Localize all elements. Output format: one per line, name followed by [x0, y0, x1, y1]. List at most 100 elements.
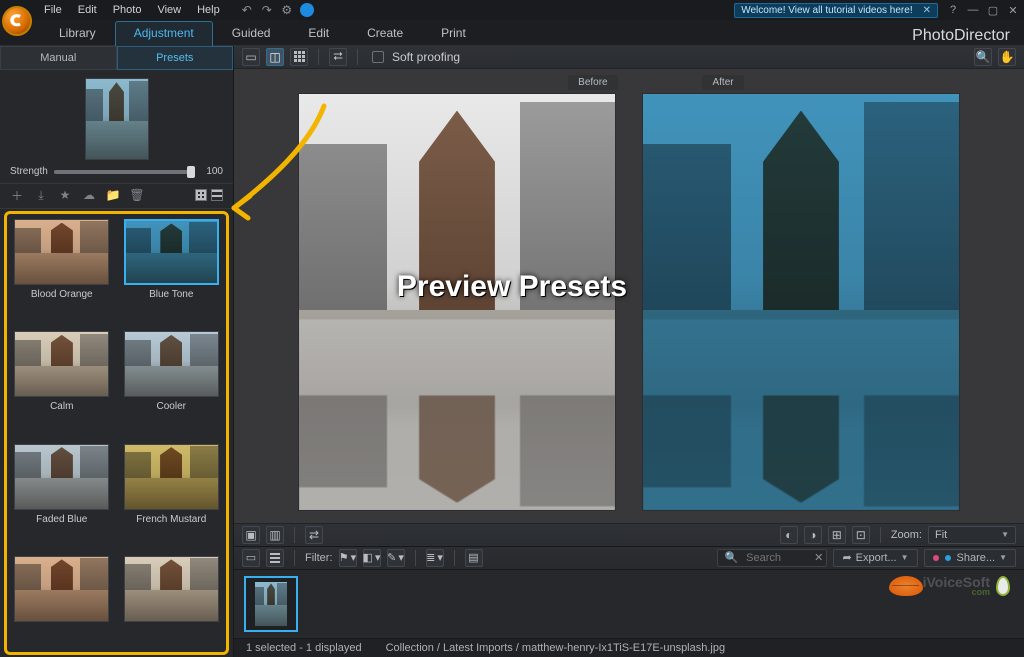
preset-label: French Mustard — [136, 514, 206, 525]
before-label: Before — [568, 75, 617, 90]
filter-label-icon[interactable]: ◧▾ — [363, 549, 381, 567]
delete-icon[interactable]: 🗑 — [130, 188, 144, 202]
export-label: Export... — [856, 552, 897, 564]
export-button[interactable]: ➦ Export... ▼ — [833, 549, 917, 567]
welcome-banner[interactable]: Welcome! View all tutorial videos here! … — [734, 3, 938, 18]
single-view-icon[interactable]: ▭ — [242, 48, 260, 66]
viewer-toolbar: ▭ ◫ ⮂ Soft proofing 🔍 ✋ — [234, 46, 1024, 69]
preset-blood-orange[interactable]: Blood Orange — [12, 219, 112, 321]
zoom-label: Zoom: — [891, 529, 922, 541]
preset-label: Blood Orange — [31, 289, 93, 300]
thumbnail-item[interactable] — [244, 576, 298, 632]
folder-icon[interactable]: 📁 — [106, 188, 120, 202]
close-banner-icon[interactable]: ✕ — [923, 5, 931, 16]
share-button[interactable]: Share... ▼ — [924, 549, 1016, 567]
add-preset-icon[interactable]: ＋ — [10, 188, 24, 202]
cloud-sync-icon[interactable]: ☁ — [82, 188, 96, 202]
minimize-icon[interactable]: — — [966, 4, 980, 17]
menu-photo[interactable]: Photo — [105, 2, 150, 18]
viewer-bottom-bar: ▣ ▥ ⇄ ◐ ◑ ⊞ ⊡ Zoom: Fit▼ — [234, 523, 1024, 546]
app-logo — [2, 6, 32, 36]
info-overlay-icon[interactable]: ⊡ — [852, 526, 870, 544]
histogram-icon[interactable]: ◐ — [780, 526, 798, 544]
redo-icon[interactable]: ↷ — [260, 3, 274, 17]
strength-value: 100 — [201, 166, 223, 177]
fit-screen-icon[interactable]: ▣ — [242, 526, 260, 544]
preset-item-7[interactable] — [122, 556, 222, 647]
mirror-view-icon[interactable]: ⮂ — [329, 48, 347, 66]
favorite-icon[interactable]: ★ — [58, 188, 72, 202]
actual-size-icon[interactable]: ▥ — [266, 526, 284, 544]
zoom-dropdown[interactable]: Fit▼ — [928, 526, 1016, 544]
module-edit[interactable]: Edit — [289, 21, 348, 46]
module-guided[interactable]: Guided — [213, 21, 290, 46]
after-label: After — [702, 75, 743, 90]
filter-edited-icon[interactable]: ✎▾ — [387, 549, 405, 567]
module-create[interactable]: Create — [348, 21, 422, 46]
tab-presets[interactable]: Presets — [117, 46, 234, 70]
menu-edit[interactable]: Edit — [70, 2, 105, 18]
strength-slider[interactable] — [54, 170, 195, 174]
soft-proofing-toggle[interactable]: Soft proofing — [372, 50, 460, 64]
brand-label: PhotoDirector — [912, 27, 1024, 45]
share-dot-blue-icon — [945, 555, 951, 561]
thumb-large-icon[interactable]: ▭ — [242, 549, 260, 567]
settings-icon[interactable]: ⚙ — [280, 3, 294, 17]
clipping-icon[interactable]: ◑ — [804, 526, 822, 544]
download-preset-icon[interactable]: ⤓ — [34, 188, 48, 202]
pan-tool-icon[interactable]: ✋ — [998, 48, 1016, 66]
soft-proofing-label: Soft proofing — [392, 50, 460, 64]
sort-icon[interactable]: ≣▾ — [426, 549, 444, 567]
filter-flag-icon[interactable]: ⚑▾ — [339, 549, 357, 567]
thumb-small-icon[interactable] — [266, 549, 284, 567]
soft-proofing-checkbox[interactable] — [372, 51, 384, 63]
zoom-value: Fit — [935, 529, 947, 541]
grid-compare-icon[interactable] — [290, 48, 308, 66]
filter-label: Filter: — [305, 552, 333, 564]
clear-search-icon[interactable]: ✕ — [814, 551, 823, 564]
maximize-icon[interactable]: ▢ — [986, 4, 1000, 17]
undo-icon[interactable]: ↶ — [240, 3, 254, 17]
preset-label: Blue Tone — [149, 289, 193, 300]
preset-french-mustard[interactable]: French Mustard — [122, 444, 222, 546]
image-stage: Before After — [234, 69, 1024, 523]
search-icon: 🔍 — [724, 551, 738, 564]
compare-view-icon[interactable]: ◫ — [266, 48, 284, 66]
module-library[interactable]: Library — [40, 21, 115, 46]
preset-label: Cooler — [157, 401, 186, 412]
help-icon[interactable]: ? — [946, 4, 960, 17]
menu-help[interactable]: Help — [189, 2, 228, 18]
cloud-icon[interactable] — [300, 3, 314, 17]
share-dot-pink-icon — [933, 555, 939, 561]
swap-before-after-icon[interactable]: ⇄ — [305, 526, 323, 544]
browser-filter-bar: ▭ Filter: ⚑▾ ◧▾ ✎▾ ≣▾ ▤ 🔍 ✕ ➦ — [234, 546, 1024, 569]
search-field[interactable]: 🔍 ✕ — [717, 549, 827, 567]
menu-view[interactable]: View — [149, 2, 189, 18]
module-adjustment[interactable]: Adjustment — [115, 21, 213, 46]
preset-item-6[interactable] — [12, 556, 112, 647]
welcome-text: Welcome! View all tutorial videos here! — [741, 5, 912, 16]
module-print[interactable]: Print — [422, 21, 485, 46]
tab-manual[interactable]: Manual — [0, 46, 117, 70]
adjustment-panel: Manual Presets Strength 100 ＋ ⤓ ★ ☁ 📁 — [0, 46, 234, 657]
preset-calm[interactable]: Calm — [12, 331, 112, 433]
grid-overlay-icon[interactable]: ⊞ — [828, 526, 846, 544]
menu-file[interactable]: File — [36, 2, 70, 18]
preset-label: Faded Blue — [36, 514, 87, 525]
tutorial-caption: Preview Presets — [397, 270, 627, 304]
preset-cooler[interactable]: Cooler — [122, 331, 222, 433]
thumbnail-strip — [234, 569, 1024, 638]
status-selection: 1 selected - 1 displayed — [246, 642, 362, 654]
after-photo[interactable] — [642, 93, 960, 511]
zoom-tool-icon[interactable]: 🔍 — [974, 48, 992, 66]
grid-view-icon[interactable] — [195, 189, 207, 201]
status-path: Collection / Latest Imports / matthew-he… — [386, 642, 726, 654]
search-input[interactable] — [744, 551, 808, 565]
preset-blue-tone[interactable]: Blue Tone — [122, 219, 222, 321]
preset-faded-blue[interactable]: Faded Blue — [12, 444, 112, 546]
list-view-icon[interactable] — [211, 189, 223, 201]
export-icon: ➦ — [842, 551, 851, 564]
close-icon[interactable]: ✕ — [1006, 4, 1020, 17]
preset-label: Calm — [50, 401, 73, 412]
stack-icon[interactable]: ▤ — [465, 549, 483, 567]
